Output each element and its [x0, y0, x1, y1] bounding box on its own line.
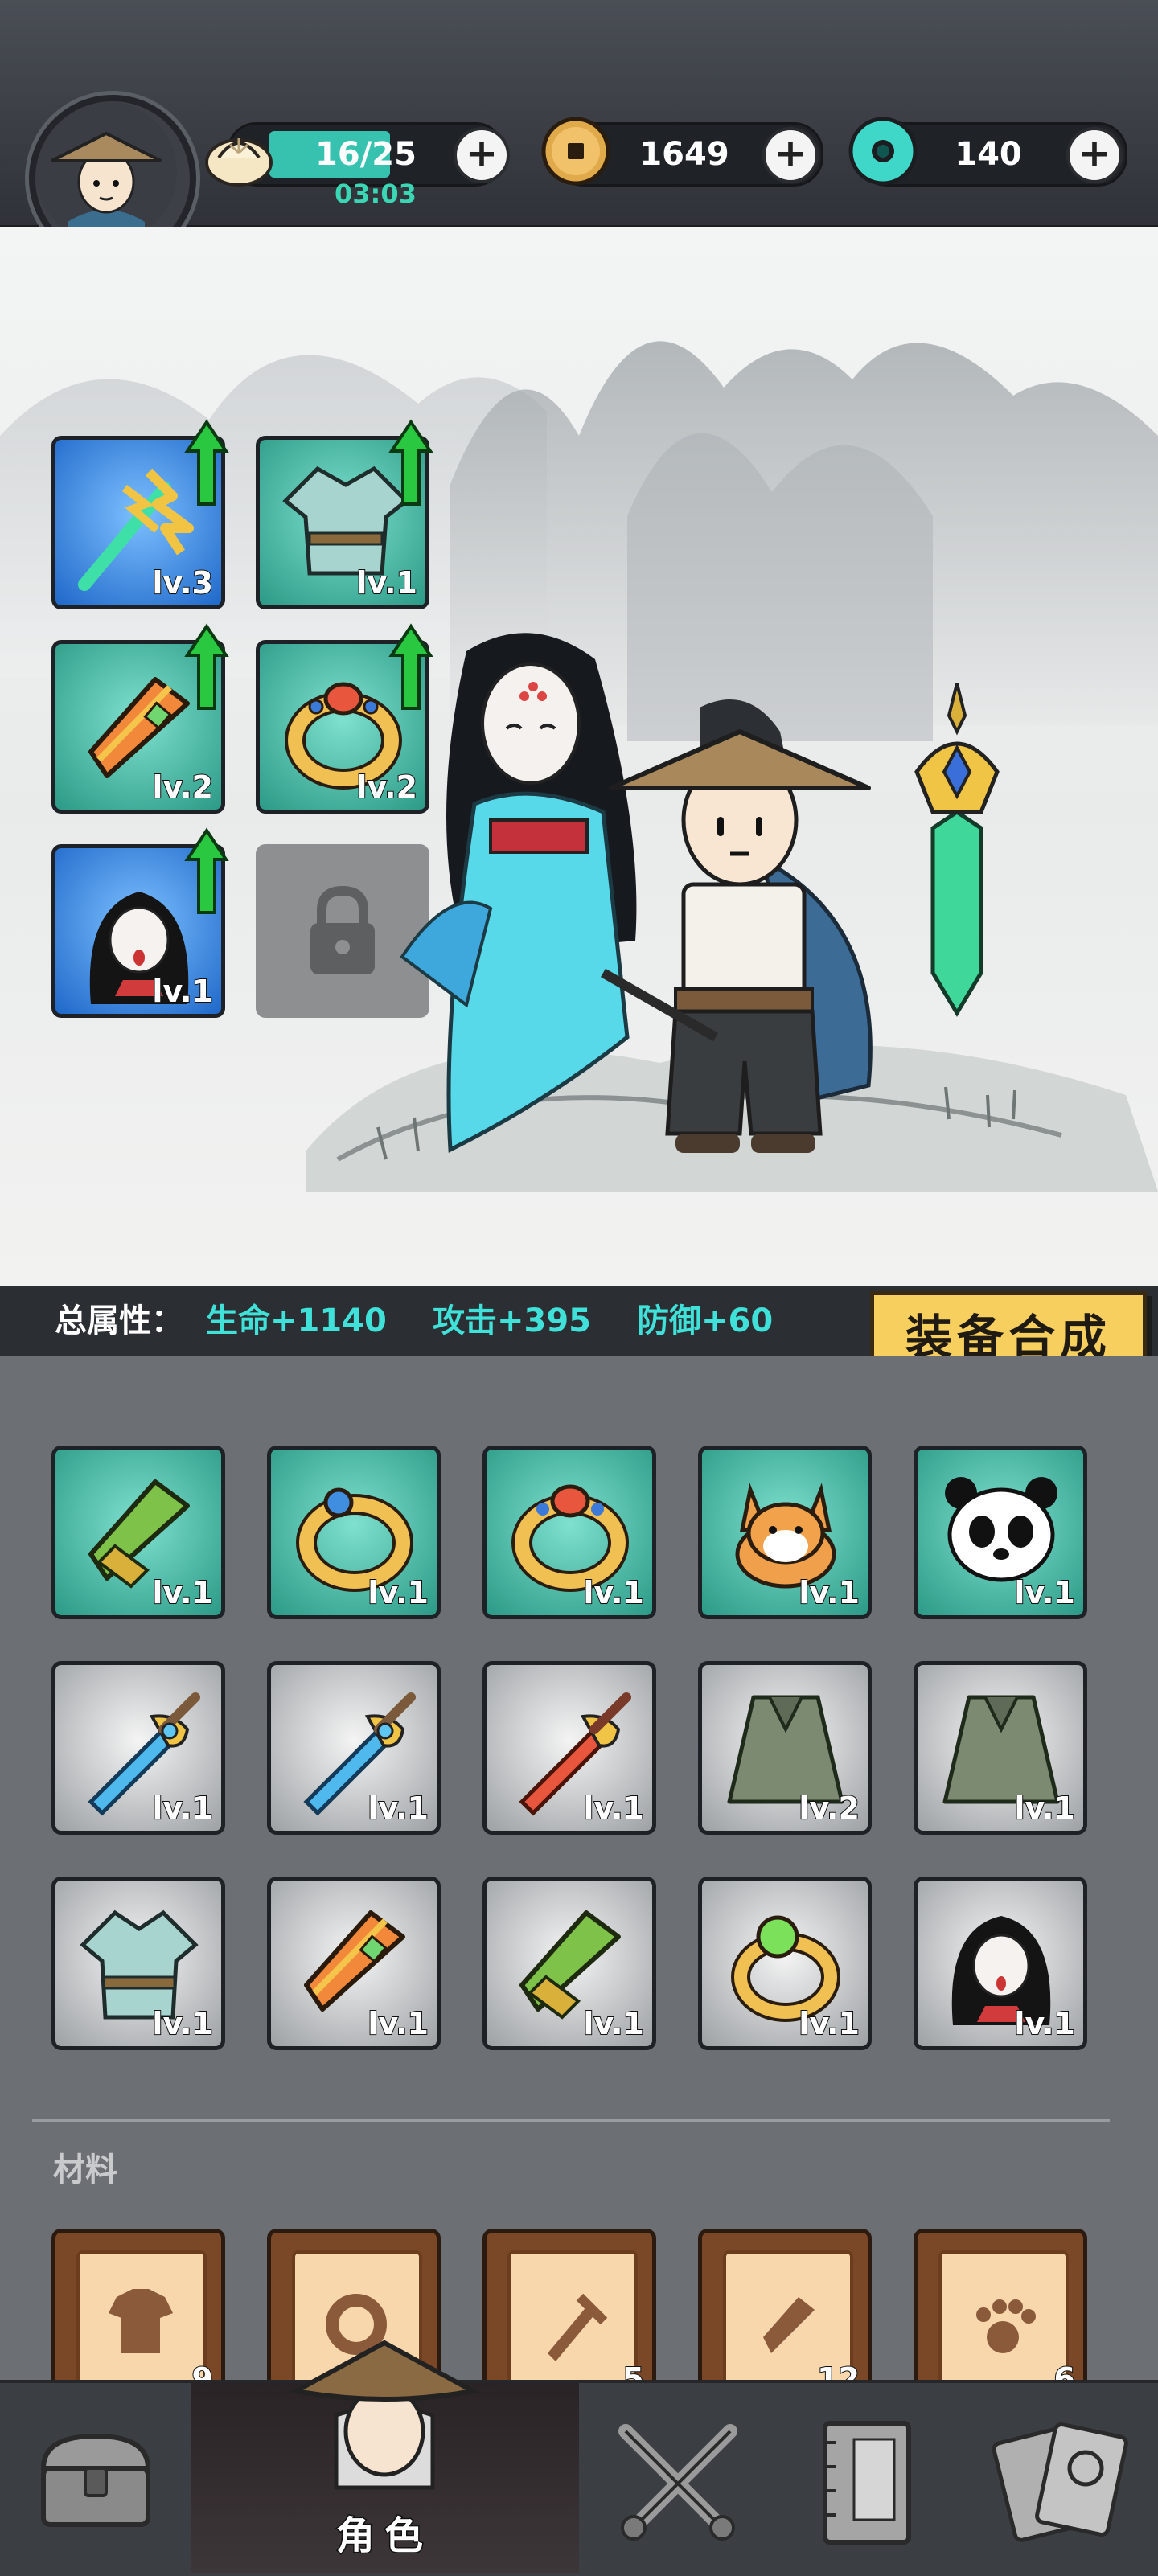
nav-tab-skills[interactable] [963, 2383, 1158, 2573]
jade-value: 140 [955, 136, 1022, 173]
inventory-slot[interactable]: lv.1 [914, 1661, 1087, 1835]
slot-level: lv.1 [367, 2005, 429, 2042]
hero-portrait-icon [35, 101, 177, 243]
paw-scroll-icon [976, 2299, 1036, 2353]
inventory-slot[interactable]: lv.1 [914, 1877, 1087, 2050]
materials-label: 材料 [53, 2151, 117, 2188]
steamed-bun-icon [203, 117, 275, 190]
slot-level: lv.1 [151, 2005, 214, 2042]
material-slot[interactable]: 5 [482, 2229, 656, 2389]
slot-level: lv.1 [367, 1574, 429, 1611]
jade-disc-icon [846, 114, 920, 188]
stamina-add-button[interactable]: + [454, 127, 510, 183]
materials-divider [32, 2119, 1110, 2122]
total-stats-label: 总属性： [55, 1302, 183, 1339]
jade-add-button[interactable]: + [1066, 127, 1123, 183]
inventory-slot[interactable]: lv.1 [698, 1446, 872, 1619]
upgrade-arrow-icon [184, 623, 229, 710]
inventory-slot[interactable]: lv.1 [914, 1446, 1087, 1619]
coins-add-button[interactable]: + [762, 127, 819, 183]
equipped-slot-pet[interactable]: lv.1 [51, 827, 229, 1018]
inventory-slot[interactable]: lv.1 [51, 1877, 225, 2050]
skill-cards-icon [992, 2422, 1128, 2542]
nav-tab-battle[interactable] [581, 2383, 770, 2573]
equipped-slot-armor[interactable]: lv.1 [256, 419, 433, 609]
stamina-timer: 03:03 [335, 178, 417, 209]
copper-coin-icon [539, 114, 613, 188]
inventory-slot[interactable]: lv.1 [698, 1877, 872, 2050]
upgrade-arrow-icon [388, 419, 433, 506]
floating-sword-weapon [901, 683, 1013, 1021]
inventory-slot[interactable]: lv.2 [698, 1661, 872, 1835]
upgrade-arrow-icon [184, 419, 229, 506]
inventory-slot[interactable]: lv.1 [482, 1877, 656, 2050]
inventory-slot[interactable]: lv.1 [51, 1661, 225, 1835]
slot-level: lv.1 [798, 1574, 860, 1611]
crossed-swords-icon [618, 2424, 737, 2541]
defense-stat: 防御+60 [637, 1302, 774, 1339]
slot-level: lv.1 [151, 973, 214, 1010]
nav-tab-character[interactable]: 角色 [191, 2340, 579, 2573]
nav-tab-codex[interactable] [772, 2383, 962, 2573]
slot-level: lv.1 [582, 1790, 645, 1827]
slot-level: lv.2 [151, 769, 214, 806]
slot-level: lv.1 [367, 1790, 429, 1827]
slot-level: lv.1 [798, 2005, 860, 2042]
attack-stat: 攻击+395 [433, 1302, 592, 1339]
slot-level: lv.1 [151, 1790, 214, 1827]
hero-straw-hat-icon [289, 2340, 480, 2490]
inventory-slot[interactable]: lv.1 [267, 1877, 441, 2050]
slot-level: lv.3 [151, 564, 214, 601]
nav-tab-treasure[interactable] [0, 2383, 190, 2573]
slot-level: lv.2 [798, 1790, 860, 1827]
coins-value: 1649 [639, 136, 729, 173]
slot-level: lv.1 [151, 1574, 214, 1611]
inventory-slot[interactable]: lv.1 [482, 1661, 656, 1835]
slot-level: lv.1 [1013, 2005, 1076, 2042]
book-icon [823, 2421, 911, 2545]
material-slot[interactable]: 12 [698, 2229, 872, 2389]
hp-stat: 生命+1140 [206, 1302, 387, 1339]
upgrade-arrow-icon [184, 827, 229, 914]
inventory-slot[interactable]: lv.1 [51, 1446, 225, 1619]
sword-scroll-icon [548, 2293, 608, 2361]
slot-level: lv.1 [355, 564, 418, 601]
equipped-slot-weapon[interactable]: lv.3 [51, 419, 229, 609]
nav-tab-character-label: 角色 [335, 2512, 433, 2560]
material-slot[interactable]: 6 [914, 2229, 1087, 2389]
straw-hat-swordsman-hero [579, 683, 885, 1182]
equipped-slot-bracer[interactable]: lv.2 [51, 623, 229, 814]
material-slot[interactable]: 9 [51, 2229, 225, 2389]
inventory-slot[interactable]: lv.1 [267, 1446, 441, 1619]
slot-level: lv.1 [1013, 1790, 1076, 1827]
inventory-slot[interactable]: lv.1 [482, 1446, 656, 1619]
stamina-value: 16/25 [315, 136, 417, 173]
treasure-chest-icon [40, 2433, 151, 2527]
shirt-scroll-icon [109, 2289, 173, 2353]
slot-level: lv.1 [582, 1574, 645, 1611]
slot-level: lv.1 [1013, 1574, 1076, 1611]
slot-level: lv.1 [582, 2005, 645, 2042]
inventory-slot[interactable]: lv.1 [267, 1661, 441, 1835]
